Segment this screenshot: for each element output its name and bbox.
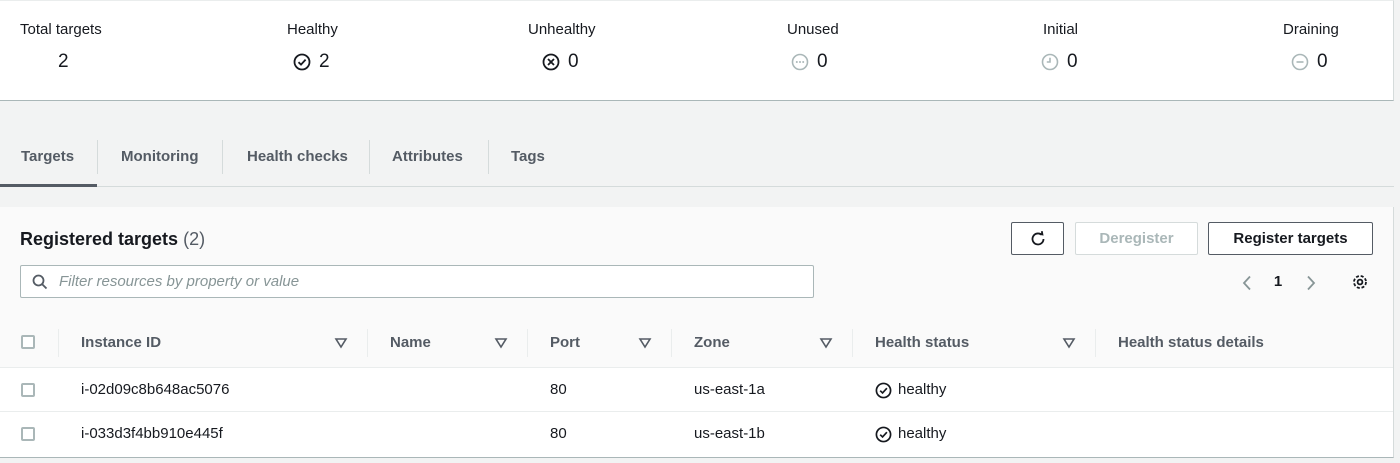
initial-count: 0 (1067, 51, 1078, 72)
column-header-health-status[interactable]: Health status (875, 317, 969, 368)
clock-icon (1041, 53, 1059, 71)
draining-count: 0 (1317, 51, 1328, 72)
health-status-cell: healthy (875, 412, 946, 456)
sort-down-icon[interactable] (334, 336, 348, 350)
stat-unhealthy: Unhealthy 0 (528, 21, 596, 72)
sort-down-icon[interactable] (819, 336, 833, 350)
stat-healthy: Healthy 2 (287, 21, 338, 72)
check-circle-icon (293, 53, 311, 71)
stat-value: 0 (1291, 51, 1328, 73)
check-circle-icon (875, 426, 892, 442)
column-header-instance-id[interactable]: Instance ID (81, 317, 161, 368)
sort-down-icon[interactable] (638, 336, 652, 350)
stat-value: 2 (58, 51, 69, 73)
column-header-zone[interactable]: Zone (694, 317, 730, 368)
tab-bar: Targets Monitoring Health checks Attribu… (0, 128, 1394, 187)
stat-total-targets: Total targets 2 (20, 21, 102, 72)
chevron-left-icon (1242, 275, 1251, 291)
x-circle-icon (542, 53, 560, 71)
stat-label: Healthy (287, 21, 338, 38)
registered-targets-title: Registered targets (2) (20, 229, 205, 250)
tab-attributes[interactable]: Attributes (392, 128, 463, 187)
active-tab-indicator (0, 184, 97, 187)
stat-value: 2 (293, 51, 330, 73)
healthy-count: 2 (319, 51, 330, 72)
stat-label: Unhealthy (528, 21, 596, 38)
tab-monitoring[interactable]: Monitoring (121, 128, 198, 187)
column-divider (671, 329, 672, 357)
tab-health-checks[interactable]: Health checks (247, 128, 348, 187)
column-divider (527, 329, 528, 357)
table-row[interactable]: i-033d3f4bb910e445f 80 us-east-1b health… (0, 412, 1393, 456)
ellipsis-circle-icon (791, 53, 809, 71)
stat-label: Draining (1283, 21, 1339, 38)
stat-value: 0 (542, 51, 579, 73)
sort-down-icon[interactable] (494, 336, 508, 350)
gear-icon (1353, 275, 1367, 289)
table-preferences-button[interactable] (1350, 272, 1372, 294)
column-divider (852, 329, 853, 357)
chevron-right-icon (1307, 275, 1316, 291)
table-header-row: Instance ID Name Port Zone Health status… (0, 317, 1393, 368)
tab-divider (222, 140, 223, 174)
column-header-port[interactable]: Port (550, 317, 580, 368)
previous-page-button[interactable] (1237, 271, 1257, 295)
total-count: 2 (58, 51, 69, 72)
tab-targets[interactable]: Targets (21, 128, 74, 187)
health-status-text: healthy (898, 425, 947, 442)
health-status-cell: healthy (875, 368, 946, 412)
minus-circle-icon (1291, 53, 1309, 71)
stat-initial: Initial 0 (1041, 21, 1079, 72)
stat-label: Unused (787, 21, 839, 38)
column-header-name[interactable]: Name (390, 317, 431, 368)
row-checkbox[interactable] (21, 383, 35, 397)
tab-divider (97, 140, 98, 174)
sort-down-icon[interactable] (1062, 336, 1076, 350)
current-page-number[interactable]: 1 (1268, 273, 1288, 290)
next-page-button[interactable] (1301, 271, 1321, 295)
registered-targets-container: Registered targets (2) Deregister Regist… (0, 207, 1394, 458)
health-status-text: healthy (898, 381, 947, 398)
tab-divider (488, 140, 489, 174)
unused-count: 0 (817, 51, 828, 72)
title-text: Registered targets (20, 229, 179, 249)
select-all-checkbox[interactable] (21, 335, 35, 349)
filter-search-box (20, 265, 814, 298)
refresh-icon (1031, 230, 1044, 245)
port-cell: 80 (550, 425, 567, 442)
instance-id-cell: i-033d3f4bb910e445f (81, 425, 223, 442)
column-header-health-status-details: Health status details (1118, 334, 1264, 351)
target-summary-panel: Total targets 2 Healthy 2 Unhealthy 0 Un… (0, 0, 1394, 101)
zone-cell: us-east-1a (694, 381, 765, 398)
column-divider (367, 329, 368, 357)
search-icon (32, 274, 48, 290)
table-row[interactable]: i-02d09c8b648ac5076 80 us-east-1a health… (0, 368, 1393, 412)
title-count: (2) (183, 229, 206, 249)
stat-draining: Draining 0 (1283, 21, 1339, 72)
row-checkbox[interactable] (21, 427, 35, 441)
zone-cell: us-east-1b (694, 425, 765, 442)
tab-tags[interactable]: Tags (511, 128, 545, 187)
stat-unused: Unused 0 (787, 21, 839, 72)
column-divider (58, 329, 59, 357)
check-circle-icon (875, 382, 892, 398)
register-targets-button[interactable]: Register targets (1208, 222, 1373, 255)
stat-label: Initial (1043, 21, 1079, 38)
unhealthy-count: 0 (568, 51, 579, 72)
column-divider (1095, 329, 1096, 357)
instance-id-cell: i-02d09c8b648ac5076 (81, 381, 230, 398)
stat-label: Total targets (20, 21, 102, 38)
deregister-button[interactable]: Deregister (1075, 222, 1198, 255)
tab-divider (369, 140, 370, 174)
stat-value: 0 (1041, 51, 1078, 73)
port-cell: 80 (550, 381, 567, 398)
refresh-button[interactable] (1011, 222, 1064, 255)
stat-value: 0 (791, 51, 828, 73)
filter-input[interactable] (59, 266, 799, 297)
